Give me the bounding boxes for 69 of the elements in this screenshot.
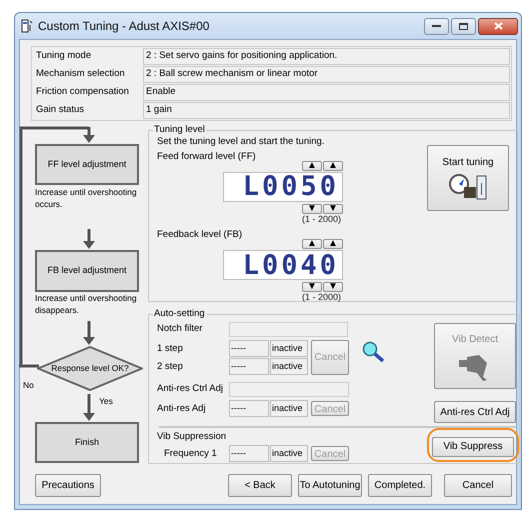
start-tuning-button[interactable]: Start tuning	[427, 145, 509, 212]
flow-arrow	[83, 229, 95, 249]
readout-field: inactive	[270, 400, 308, 418]
field-label: Anti-res Adj	[157, 402, 207, 416]
flow-arrow	[83, 127, 95, 143]
instruction-text: Set the tuning level and start the tuning.	[157, 135, 326, 150]
flow-step: Finish	[35, 422, 139, 463]
footer-button[interactable]: To Autotuning	[298, 474, 362, 497]
field-label: 1 step	[157, 342, 184, 356]
field-label: Notch filter	[157, 322, 204, 336]
footer-button[interactable]: Cancel	[444, 474, 512, 497]
increment-button[interactable]: ▲	[302, 160, 322, 171]
window-title: Custom Tuning - Adust AXIS#00	[38, 18, 210, 35]
info-label: Mechanism selection	[35, 67, 126, 82]
readout-field: -----	[229, 358, 269, 376]
info-label: Gain status	[35, 103, 86, 118]
search-icon	[362, 340, 386, 363]
seven-segment-display: L0050	[223, 172, 343, 202]
info-value: 2 : Ball screw mechanism or linear motor	[143, 66, 510, 83]
decrement-button[interactable]: ▼	[302, 204, 322, 214]
maximize-button[interactable]	[451, 18, 476, 34]
flow-step: FF level adjustment	[35, 144, 139, 185]
loop-return-line	[19, 364, 39, 368]
level-label: Feed forward level (FF)	[157, 150, 257, 164]
range-label: (1 - 2000)	[302, 292, 341, 303]
readout-field: inactive	[270, 340, 308, 358]
readout-field: -----	[229, 400, 269, 418]
close-icon	[494, 22, 502, 30]
flow-arrow	[83, 321, 95, 345]
minimize-button[interactable]	[424, 18, 449, 34]
info-value: 1 gain	[143, 102, 510, 119]
info-label: Tuning mode	[35, 49, 92, 64]
window-icon	[21, 19, 33, 33]
increment-button[interactable]: ▲	[302, 239, 322, 249]
footer-button[interactable]: Completed.	[368, 474, 432, 497]
level-label: Feedback level (FB)	[157, 228, 244, 242]
close-button[interactable]	[478, 18, 518, 34]
decrement-button[interactable]: ▼	[323, 282, 343, 292]
flow-step: FB level adjustment	[35, 250, 139, 292]
section-title: Vib Suppression	[157, 430, 228, 444]
footer-button[interactable]: Precautions	[35, 474, 101, 497]
field-label: Frequency 1	[163, 446, 218, 461]
decrement-button[interactable]: ▼	[302, 282, 322, 292]
readout-field: inactive	[270, 358, 308, 376]
info-label: Friction compensation	[35, 85, 130, 100]
group-title: Auto-setting	[153, 307, 206, 321]
readout-field: inactive	[270, 445, 308, 462]
group-title: Tuning level	[153, 123, 206, 137]
yes-label: Yes	[99, 395, 113, 408]
readout-field: -----	[229, 445, 269, 462]
flow-note: Increase until overshooting occurs.	[35, 186, 138, 210]
seven-segment-display: L0040	[223, 250, 343, 280]
field-label: 2 step	[157, 360, 184, 374]
flow-note: Increase until overshooting disappears.	[35, 292, 138, 316]
tuning-device-icon	[448, 173, 488, 202]
info-value: 2 : Set servo gains for positioning application.	[143, 48, 510, 65]
readout-field: -----	[229, 340, 269, 358]
decrement-button[interactable]: ▼	[323, 204, 343, 214]
increment-button[interactable]: ▲	[323, 239, 343, 249]
range-label: (1 - 2000)	[302, 214, 341, 225]
no-label: No	[23, 379, 34, 392]
field-label: Anti-res Ctrl Adj	[157, 382, 224, 396]
decision-label: Response level OK?	[50, 362, 130, 375]
anti-res-ctrl-adj-button[interactable]: Anti-res Ctrl Adj	[434, 401, 516, 424]
info-value: Enable	[143, 84, 510, 101]
flow-arrow	[83, 394, 95, 421]
increment-button[interactable]: ▲	[323, 160, 343, 171]
vib-suppress-button[interactable]: Vib Suppress	[432, 436, 514, 457]
footer-button[interactable]: < Back	[228, 474, 292, 497]
